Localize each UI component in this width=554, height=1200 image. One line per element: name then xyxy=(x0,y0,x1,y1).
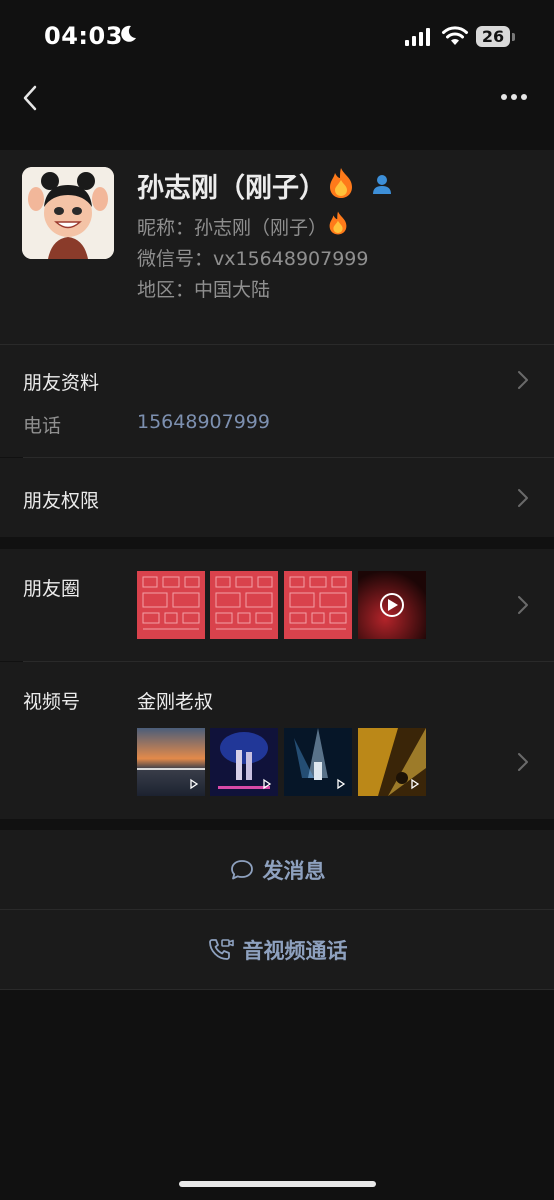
battery-icon: 26 xyxy=(476,26,516,48)
audio-video-call-button[interactable]: 音视频通话 xyxy=(0,910,554,989)
moments-thumbnail[interactable] xyxy=(210,571,278,639)
back-chevron-icon[interactable] xyxy=(18,84,44,112)
avatar-illustration xyxy=(22,167,114,259)
moments-thumbnail[interactable] xyxy=(284,571,352,639)
status-time: 04:03 xyxy=(44,22,123,50)
channel-video-thumbnail[interactable] xyxy=(358,728,426,796)
chevron-right-icon xyxy=(518,753,528,771)
chevron-right-icon xyxy=(518,489,528,507)
friend-info-section[interactable]: 朋友资料 电话 15648907999 xyxy=(0,345,554,457)
moon-icon xyxy=(121,25,136,42)
nav-bar xyxy=(0,72,554,124)
wechat-id-value: vx15648907999 xyxy=(213,248,369,270)
send-message-button[interactable]: 发消息 xyxy=(0,830,554,909)
channel-video-thumbnail[interactable] xyxy=(137,728,205,796)
contact-person-icon xyxy=(373,175,391,194)
channel-name: 金刚老叔 xyxy=(137,691,214,713)
friend-info-title: 朋友资料 xyxy=(23,372,100,394)
region-value: 中国大陆 xyxy=(194,279,271,301)
profile-name: 孙志刚（刚子） xyxy=(137,173,326,204)
channels-row[interactable]: 视频号 金刚老叔 xyxy=(0,662,554,819)
send-message-label: 发消息 xyxy=(262,858,326,883)
cellular-signal-icon xyxy=(405,28,430,46)
wechat-id-line: 微信号：vx15648907999 xyxy=(137,244,368,271)
phone-video-icon xyxy=(208,938,234,960)
wifi-icon xyxy=(442,26,468,45)
divider xyxy=(0,989,554,990)
phone-label: 电话 xyxy=(23,415,62,437)
friend-permissions-title: 朋友权限 xyxy=(23,490,100,512)
moments-title: 朋友圈 xyxy=(23,578,81,600)
friend-permissions-row[interactable]: 朋友权限 xyxy=(0,458,554,537)
profile-header: 孙志刚（刚子） 昵称：孙志刚（刚子） 微信号：vx15648907999 地区：… xyxy=(0,150,554,345)
status-bar: 04:03 26 xyxy=(0,0,554,72)
wechat-id-label: 微信号： xyxy=(137,248,214,270)
flame-emoji-icon xyxy=(329,211,347,235)
more-dots-icon[interactable] xyxy=(498,86,530,108)
nickname-label: 昵称： xyxy=(137,217,195,239)
moments-row[interactable]: 朋友圈 xyxy=(0,549,554,661)
chevron-right-icon xyxy=(518,371,528,389)
region-line: 地区：中国大陆 xyxy=(137,275,270,302)
chevron-right-icon xyxy=(518,596,528,614)
flame-emoji-icon xyxy=(330,168,352,198)
nickname-line: 昵称：孙志刚（刚子） xyxy=(137,213,327,240)
channel-video-thumbnail[interactable] xyxy=(284,728,352,796)
channel-video-thumbnail[interactable] xyxy=(210,728,278,796)
channels-title: 视频号 xyxy=(23,691,81,713)
home-indicator[interactable] xyxy=(179,1181,376,1187)
moments-thumbnail[interactable] xyxy=(137,571,205,639)
nickname-value: 孙志刚（刚子） xyxy=(194,217,328,239)
audio-video-call-label: 音视频通话 xyxy=(242,938,348,963)
moments-video-thumbnail[interactable] xyxy=(358,571,426,639)
avatar[interactable] xyxy=(22,167,114,259)
chat-bubble-icon xyxy=(230,859,253,879)
battery-level: 26 xyxy=(476,26,510,47)
phone-number-link[interactable]: 15648907999 xyxy=(137,411,270,433)
region-label: 地区： xyxy=(137,279,195,301)
